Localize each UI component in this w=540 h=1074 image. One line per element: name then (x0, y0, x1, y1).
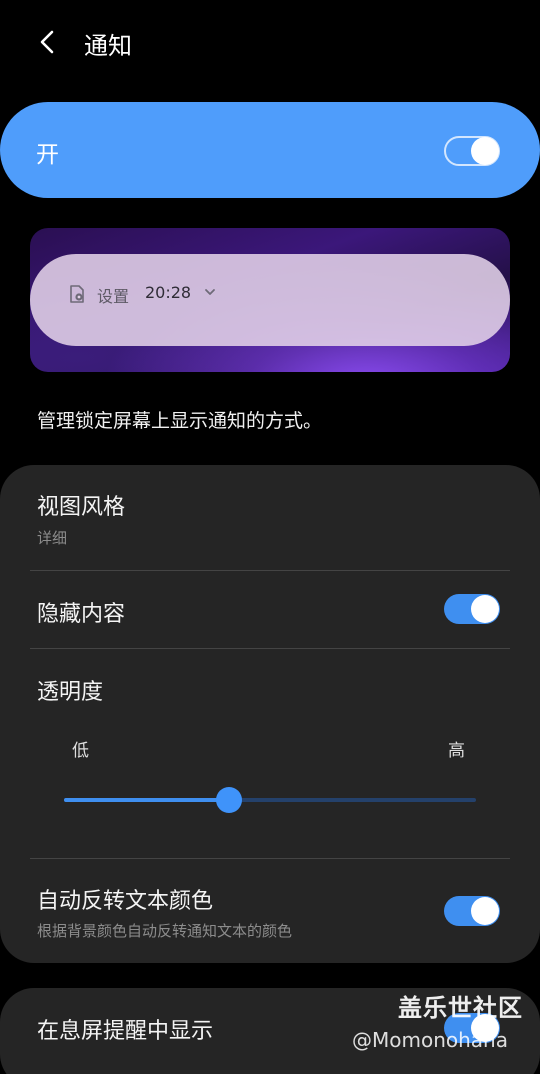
transparency-title: 透明度 (37, 680, 104, 705)
chevron-down-icon (205, 289, 215, 295)
page-title: 通知 (84, 32, 132, 60)
master-toggle[interactable] (444, 136, 500, 166)
preview-time: 20:28 (145, 283, 192, 302)
description-text: 管理锁定屏幕上显示通知的方式。 (37, 410, 323, 432)
view-style-value: 详细 (37, 529, 68, 547)
auto-reverse-subtitle: 根据背景颜色自动反转通知文本的颜色 (37, 922, 293, 940)
hide-content-title: 隐藏内容 (37, 602, 126, 627)
notification-settings-screen: 通知 开 设置 20:28 管理锁定屏幕上显示通知的方式。 视图风格 详细 隐藏… (0, 0, 540, 1074)
view-style-row[interactable]: 视图风格 详细 (0, 465, 540, 570)
watermark-brand: 盖乐世社区 (398, 994, 523, 1022)
transparency-slider[interactable] (64, 786, 476, 814)
back-button[interactable] (28, 22, 68, 62)
slider-thumb[interactable] (215, 787, 242, 813)
view-style-title: 视图风格 (37, 495, 126, 520)
auto-reverse-toggle[interactable] (444, 896, 500, 926)
toggle-knob (471, 137, 499, 165)
preview-app-name: 设置 (97, 287, 130, 306)
toggle-knob (471, 897, 499, 925)
transparency-high-label: 高 (448, 741, 465, 761)
aod-title: 在息屏提醒中显示 (37, 1019, 214, 1044)
settings-app-icon (70, 285, 84, 303)
app-bar: 通知 (0, 0, 540, 88)
auto-reverse-title: 自动反转文本颜色 (37, 889, 214, 914)
toggle-knob (471, 595, 499, 623)
master-switch-label: 开 (36, 142, 59, 168)
chevron-left-icon (40, 30, 54, 54)
watermark-user: @Momonohana (352, 1028, 508, 1052)
slider-fill (64, 798, 229, 802)
transparency-low-label: 低 (72, 741, 89, 761)
divider (30, 648, 510, 649)
hide-content-toggle[interactable] (444, 594, 500, 624)
